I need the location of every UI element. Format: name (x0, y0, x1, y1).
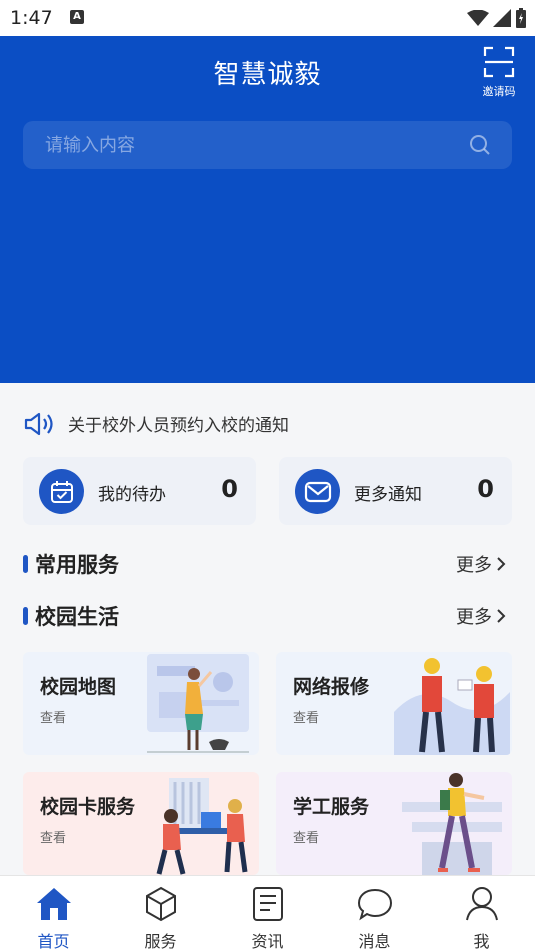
campus-life-header: 校园生活 更多 (23, 601, 512, 631)
search-box[interactable] (23, 121, 512, 169)
tile-campus-card[interactable]: 校园卡服务 查看 (23, 772, 259, 875)
tab-home[interactable]: 首页 (0, 876, 107, 952)
section-title: 常用服务 (35, 553, 119, 577)
tab-messages[interactable]: 消息 (321, 876, 428, 952)
chat-bubble-icon (357, 888, 392, 921)
more-link[interactable]: 更多 (456, 551, 506, 577)
chevron-right-icon (497, 557, 506, 571)
search-icon[interactable] (468, 133, 492, 157)
speaker-icon (24, 412, 53, 436)
tile-title: 校园卡服务 (40, 796, 136, 818)
section-marker (23, 607, 28, 625)
chevron-right-icon (497, 609, 506, 623)
signal-icon (493, 9, 511, 27)
tile-subtitle: 查看 (293, 711, 320, 726)
mail-icon (295, 469, 340, 514)
tile-title: 校园地图 (40, 676, 117, 698)
tile-title: 网络报修 (293, 676, 370, 698)
tile-subtitle: 查看 (40, 831, 67, 846)
invite-code-button[interactable]: 邀请码 (481, 46, 517, 99)
section-marker (23, 555, 28, 573)
tab-me[interactable]: 我 (428, 876, 535, 952)
status-icons (467, 8, 527, 28)
search-input[interactable] (23, 121, 463, 169)
network-repair-illustration (394, 658, 510, 755)
tab-label: 消息 (358, 932, 391, 951)
campus-card-illustration (156, 778, 248, 875)
tab-label: 我 (473, 932, 490, 951)
battery-icon (516, 8, 526, 28)
notice-text: 关于校外人员预约入校的通知 (68, 416, 289, 436)
notice-bar[interactable]: 关于校外人员预约入校的通知 (0, 383, 535, 458)
tile-subtitle: 查看 (40, 711, 67, 726)
tile-network-repair[interactable]: 网络报修 查看 (276, 652, 512, 755)
document-icon (252, 887, 283, 921)
status-bar: 1:47 A (0, 0, 535, 36)
tab-label: 资讯 (251, 932, 284, 951)
student-affairs-illustration (402, 773, 502, 875)
notifications-count: 0 (477, 475, 494, 503)
common-services-header: 常用服务 更多 (23, 549, 512, 579)
section-title: 校园生活 (35, 605, 119, 629)
notification-a-icon: A (70, 10, 84, 24)
tile-subtitle: 查看 (293, 831, 320, 846)
tile-campus-map[interactable]: 校园地图 查看 (23, 652, 259, 755)
app-title: 智慧诚毅 (213, 60, 322, 90)
calendar-check-icon (39, 469, 84, 514)
scan-icon (483, 46, 515, 78)
user-icon (465, 887, 498, 921)
campus-map-illustration (147, 654, 249, 753)
more-label: 更多 (456, 607, 492, 628)
summary-cards: 我的待办 0 更多通知 0 (23, 457, 512, 525)
invite-code-label: 邀请码 (482, 85, 516, 98)
bottom-tab-bar: 首页 服务 资讯 消息 我 (0, 875, 535, 952)
todo-count: 0 (221, 475, 238, 503)
tab-label: 服务 (144, 932, 177, 951)
wifi-icon (467, 10, 489, 26)
header-banner: 智慧诚毅 邀请码 (0, 36, 535, 383)
more-link[interactable]: 更多 (456, 603, 506, 629)
tab-services[interactable]: 服务 (107, 876, 214, 952)
tab-label: 首页 (37, 932, 70, 951)
tile-student-affairs[interactable]: 学工服务 查看 (276, 772, 512, 875)
status-time: 1:47 (10, 7, 53, 29)
more-label: 更多 (456, 555, 492, 576)
todo-card[interactable]: 我的待办 0 (23, 457, 256, 525)
cube-icon (145, 886, 176, 922)
tile-title: 学工服务 (293, 796, 370, 818)
todo-label: 我的待办 (98, 485, 166, 505)
home-icon (36, 888, 71, 920)
tab-news[interactable]: 资讯 (214, 876, 321, 952)
notifications-card[interactable]: 更多通知 0 (279, 457, 512, 525)
notifications-label: 更多通知 (354, 485, 422, 505)
